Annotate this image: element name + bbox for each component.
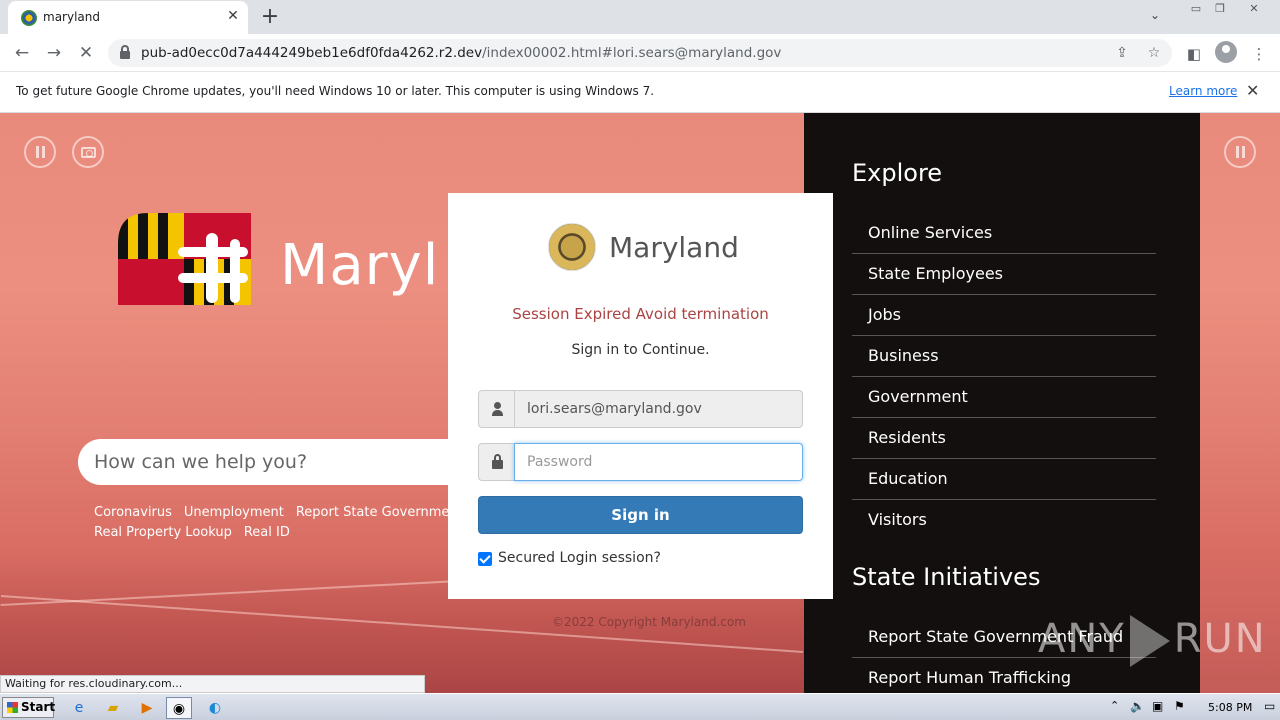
- email-field[interactable]: lori.sears@maryland.gov: [514, 390, 803, 428]
- search-placeholder: How can we help you?: [94, 451, 308, 473]
- start-button[interactable]: Start: [2, 697, 56, 718]
- show-desktop-icon[interactable]: ▭: [1264, 699, 1275, 713]
- watermark-play-icon: [1129, 615, 1170, 667]
- action-center-flag-icon[interactable]: ⚑: [1174, 699, 1185, 713]
- restore-icon[interactable]: ❐: [1210, 2, 1230, 16]
- explore-item[interactable]: State Employees: [852, 254, 1156, 295]
- share-icon[interactable]: ⇪: [1112, 43, 1132, 63]
- ie-icon[interactable]: e: [66, 697, 92, 719]
- slideshow-pause-icon[interactable]: [24, 136, 56, 168]
- back-icon[interactable]: ←: [10, 41, 34, 65]
- explorer-folder-icon[interactable]: ▰: [100, 697, 126, 719]
- site-favicon-icon: [21, 10, 37, 26]
- explore-item[interactable]: Residents: [852, 418, 1156, 459]
- window-close-icon[interactable]: ✕: [1244, 2, 1264, 16]
- url-text[interactable]: pub-ad0ecc0d7a444249beb1e6df0fda4262.r2.…: [141, 45, 781, 61]
- browser-tab[interactable]: maryland ✕: [8, 1, 248, 34]
- media-player-icon[interactable]: ▶: [134, 697, 160, 719]
- quick-links: Coronavirus Unemployment Report State Gove…: [94, 503, 470, 543]
- sign-in-button[interactable]: Sign in: [478, 496, 803, 534]
- email-addon: [478, 390, 515, 428]
- watermark-right: RUN: [1173, 616, 1267, 662]
- bookmark-star-icon[interactable]: ☆: [1144, 43, 1164, 63]
- quick-link[interactable]: Real ID: [244, 525, 290, 540]
- maryland-flag-logo: [118, 213, 251, 305]
- modal-brand: Maryland: [609, 231, 739, 264]
- user-icon: [492, 402, 503, 416]
- login-modal: Maryland Session Expired Avoid terminati…: [448, 193, 833, 599]
- tab-close-icon[interactable]: ✕: [224, 8, 242, 24]
- email-group: lori.sears@maryland.gov: [478, 390, 803, 428]
- quick-link[interactable]: Real Property Lookup: [94, 525, 232, 540]
- address-bar[interactable]: pub-ad0ecc0d7a444249beb1e6df0fda4262.r2.…: [108, 39, 1172, 67]
- explore-item[interactable]: Government: [852, 377, 1156, 418]
- session-expired-message: Session Expired Avoid termination: [512, 305, 769, 323]
- secured-session-label: Secured Login session?: [498, 550, 661, 566]
- url-path: /index00002.html#lori.sears@maryland.gov: [482, 45, 782, 61]
- signin-subtitle: Sign in to Continue.: [571, 342, 710, 358]
- menu-kebab-icon[interactable]: ⋮: [1248, 43, 1270, 65]
- minimize-icon[interactable]: ▭: [1186, 2, 1206, 16]
- tab-title: maryland: [43, 10, 100, 24]
- browser-tabstrip: maryland ✕ + ⌄ ▭ ❐ ✕: [0, 0, 1280, 34]
- browser-toolbar: ← → ✕ pub-ad0ecc0d7a444249beb1e6df0fda42…: [0, 34, 1280, 72]
- taskbar-clock[interactable]: 5:08 PM: [1208, 701, 1252, 714]
- tab-search-icon[interactable]: ⌄: [1150, 8, 1160, 22]
- quick-link[interactable]: Report State Governmen: [296, 505, 458, 520]
- initiatives-heading: State Initiatives: [852, 563, 1041, 591]
- copyright-text: ©2022 Copyright Maryland.com: [552, 615, 746, 629]
- system-tray: ⌃ 🔈 ▣ ⚑ ▭: [1104, 697, 1280, 719]
- page-viewport: Maryl How can we help you? Coronavirus Un…: [0, 113, 1280, 693]
- stop-loading-icon[interactable]: ✕: [74, 41, 98, 65]
- update-infobar: To get future Google Chrome updates, you…: [0, 72, 1280, 113]
- edge-icon[interactable]: ◐: [202, 697, 228, 719]
- quick-link[interactable]: Coronavirus: [94, 505, 172, 520]
- lock-icon: [492, 454, 503, 469]
- watermark-left: ANY: [1038, 616, 1126, 662]
- tray-expand-icon[interactable]: ⌃: [1110, 699, 1119, 712]
- new-tab-button[interactable]: +: [258, 4, 282, 29]
- infobar-close-icon[interactable]: ✕: [1246, 81, 1259, 100]
- network-icon[interactable]: ▣: [1152, 699, 1163, 713]
- anyrun-watermark: ANY RUN: [1038, 615, 1267, 667]
- explore-list: Online Services State Employees Jobs Bus…: [852, 213, 1156, 541]
- lock-icon[interactable]: [120, 45, 130, 59]
- password-group: Password: [478, 443, 803, 481]
- explore-item[interactable]: Visitors: [852, 500, 1156, 541]
- chrome-taskbar-icon[interactable]: ◉: [166, 697, 192, 719]
- url-host: pub-ad0ecc0d7a444249beb1e6df0fda4262.r2.…: [141, 45, 483, 61]
- windows-taskbar: Start e ▰ ▶ ◉ ◐ ⌃ 🔈 ▣ ⚑ ▭ 5:08 PM: [0, 693, 1280, 720]
- password-addon: [478, 443, 515, 481]
- explore-item[interactable]: Jobs: [852, 295, 1156, 336]
- explore-sidebar: Explore Online Services State Employees …: [804, 113, 1200, 693]
- forward-icon[interactable]: →: [42, 41, 66, 65]
- camera-icon[interactable]: [72, 136, 104, 168]
- start-label: Start: [21, 700, 56, 714]
- explore-heading: Explore: [852, 159, 943, 187]
- profile-avatar-icon[interactable]: [1215, 41, 1237, 63]
- status-bubble: Waiting for res.cloudinary.com...: [0, 675, 425, 693]
- side-panel-icon[interactable]: ◧: [1183, 43, 1205, 65]
- learn-more-link[interactable]: Learn more: [1169, 84, 1237, 98]
- quick-link[interactable]: Unemployment: [184, 505, 284, 520]
- infobar-message: To get future Google Chrome updates, you…: [16, 84, 655, 98]
- explore-item[interactable]: Online Services: [852, 213, 1156, 254]
- volume-icon[interactable]: 🔈: [1130, 699, 1145, 713]
- password-field[interactable]: Password: [514, 443, 803, 481]
- explore-item[interactable]: Education: [852, 459, 1156, 500]
- maryland-brand-text: Maryl: [280, 233, 440, 298]
- secured-session-checkbox[interactable]: [478, 552, 492, 566]
- site-search-input[interactable]: How can we help you?: [78, 439, 478, 485]
- maryland-seal-icon: [548, 223, 596, 271]
- slideshow-pause-icon-right[interactable]: [1224, 136, 1256, 168]
- windows-logo-icon: [7, 702, 18, 713]
- explore-item[interactable]: Business: [852, 336, 1156, 377]
